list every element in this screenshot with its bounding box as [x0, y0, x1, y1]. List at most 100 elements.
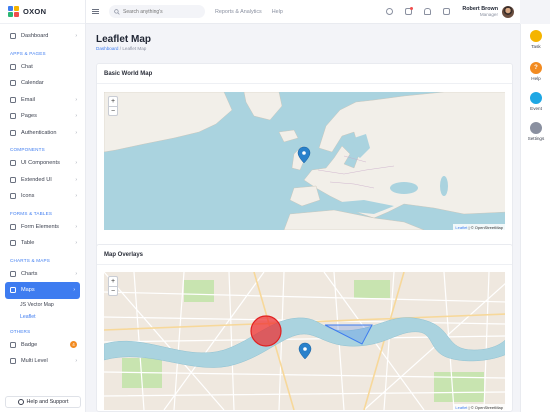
form-elements-icon	[10, 223, 16, 230]
search-box[interactable]	[109, 5, 205, 18]
map-overlays-card: Map Overlays + − Leaflet | © OpenStreetM…	[96, 244, 513, 412]
chevron-icon: ›	[75, 270, 77, 277]
bell-icon[interactable]	[424, 8, 432, 15]
help-support-button[interactable]: Help and Support	[5, 396, 81, 408]
sidebar-item-badge[interactable]: Badge 4	[0, 337, 85, 354]
sidebar-item-label: Maps	[21, 287, 35, 294]
extended-ui-icon	[10, 176, 16, 183]
help-support-label: Help and Support	[26, 399, 69, 405]
sidebar-item-label: Authentication	[21, 129, 57, 136]
menu-toggle-icon[interactable]	[92, 9, 99, 14]
zoom-control: + −	[108, 96, 118, 116]
chevron-icon: ›	[75, 113, 77, 120]
world-map[interactable]: + − Leaflet | © OpenStreetMap	[104, 92, 505, 230]
nav-section-forms-tables: FORMS & TABLES	[10, 210, 53, 216]
sidebar-subitem-js-vector-map[interactable]: JS Vector Map	[0, 299, 85, 311]
sidebar-item-form-elements[interactable]: Form Elements ›	[0, 219, 85, 236]
sidebar-item-chat[interactable]: Chat	[0, 59, 85, 76]
chevron-icon: ›	[75, 129, 77, 136]
sun-icon[interactable]	[386, 8, 394, 15]
badge-icon	[10, 341, 16, 348]
rail-settings[interactable]: Settings	[521, 122, 550, 141]
sidebar-item-authentication[interactable]: Authentication ›	[0, 125, 85, 142]
rail-help[interactable]: ? Help	[521, 62, 550, 81]
breadcrumb-home[interactable]: Dashboard	[96, 46, 118, 51]
gift-icon[interactable]	[405, 7, 414, 15]
brand-name: OXON	[23, 7, 47, 16]
avatar[interactable]	[502, 5, 514, 18]
sidebar-item-label: Calendar	[21, 80, 44, 87]
chevron-icon: ›	[75, 193, 77, 200]
reports-analytics-link[interactable]: Reports & Analytics	[215, 9, 262, 15]
map-attribution: Leaflet | © OpenStreetMap	[453, 404, 505, 410]
zoom-out-button[interactable]: −	[109, 106, 117, 115]
chevron-icon: ›	[75, 96, 77, 103]
top-header: Reports & Analytics Help Robert Brown Ma…	[86, 0, 520, 24]
sidebar-item-label: UI Components	[21, 160, 60, 167]
sidebar: OXON Dashboard › APPS & PAGES Chat Calendar E…	[0, 0, 86, 412]
ui-components-icon	[10, 160, 16, 167]
help-link[interactable]: Help	[272, 9, 283, 15]
rail-label: Event	[530, 106, 542, 111]
chevron-icon: ›	[75, 223, 77, 230]
chevron-icon: ›	[73, 287, 75, 294]
zoom-in-button[interactable]: +	[109, 277, 117, 286]
sidebar-item-label: Extended UI	[21, 176, 52, 183]
help-circle-icon	[17, 399, 24, 405]
rail-label: Settings	[527, 136, 545, 141]
page-title: Leaflet Map	[96, 34, 152, 45]
sidebar-item-dashboard[interactable]: Dashboard ›	[0, 28, 85, 45]
sidebar-item-label: Table	[21, 240, 35, 247]
breadcrumb-current: Leaflet Map	[122, 46, 147, 51]
charts-icon	[10, 270, 16, 277]
sidebar-item-email[interactable]: Email ›	[0, 92, 85, 109]
leaflet-link[interactable]: Leaflet	[455, 225, 467, 230]
nav-section-charts-maps: CHARTS & MAPS	[10, 257, 51, 263]
main-content: Leaflet Map Dashboard / Leaflet Map Basi…	[86, 24, 520, 412]
sidebar-item-label: Charts	[21, 270, 38, 277]
sidebar-item-label: Dashboard	[21, 33, 49, 40]
sidebar-item-pages[interactable]: Pages ›	[0, 108, 85, 125]
sidebar-item-icons[interactable]: Icons ›	[0, 188, 85, 205]
count-badge: 4	[70, 341, 77, 349]
sidebar-item-label: Form Elements	[21, 223, 59, 230]
sidebar-item-multi-level[interactable]: Multi Level ›	[0, 353, 85, 370]
search-input[interactable]	[123, 8, 203, 15]
sidebar-subitem-leaflet[interactable]: Leaflet	[0, 311, 85, 323]
attribution-text: | © OpenStreetMap	[468, 224, 503, 230]
sidebar-item-extended-ui[interactable]: Extended UI ›	[0, 172, 85, 189]
sidebar-item-calendar[interactable]: Calendar	[0, 75, 85, 92]
help-icon: ?	[530, 62, 542, 74]
chevron-icon: ›	[75, 176, 77, 183]
sidebar-item-label: Pages	[21, 113, 37, 120]
user-menu[interactable]: Robert Brown Manager	[462, 5, 514, 18]
attribution-text: | © OpenStreetMap	[468, 404, 503, 410]
multi-level-icon	[10, 358, 16, 365]
chat-icon	[10, 63, 16, 70]
zoom-in-button[interactable]: +	[109, 97, 117, 106]
sidebar-item-maps[interactable]: Maps ›	[5, 282, 80, 299]
brand[interactable]: OXON	[0, 0, 85, 24]
rail-task[interactable]: Task	[521, 30, 550, 49]
gear-icon	[530, 122, 542, 134]
leaflet-link[interactable]: Leaflet	[455, 405, 467, 410]
rail-label: Help	[531, 76, 541, 81]
rail-event[interactable]: Event	[521, 92, 550, 111]
chevron-icon: ›	[75, 240, 77, 247]
search-icon	[114, 8, 120, 15]
cart-icon[interactable]	[443, 8, 451, 15]
email-icon	[10, 96, 16, 103]
sidebar-item-label: Multi Level	[21, 358, 48, 365]
overlay-map[interactable]: + − Leaflet | © OpenStreetMap	[104, 272, 505, 410]
sidebar-item-ui-components[interactable]: UI Components ›	[0, 155, 85, 172]
sidebar-item-label: Chat	[21, 63, 33, 70]
sidebar-item-label: Badge	[21, 341, 38, 348]
zoom-out-button[interactable]: −	[109, 286, 117, 295]
world-map-tiles	[104, 92, 505, 230]
right-rail: Task? Help Event Settings	[520, 24, 550, 412]
card-title: Basic World Map	[97, 64, 512, 84]
sidebar-item-table[interactable]: Table ›	[0, 235, 85, 252]
table-icon	[10, 240, 16, 247]
sidebar-item-label: Icons	[21, 193, 35, 200]
sidebar-item-charts[interactable]: Charts ›	[0, 266, 85, 283]
